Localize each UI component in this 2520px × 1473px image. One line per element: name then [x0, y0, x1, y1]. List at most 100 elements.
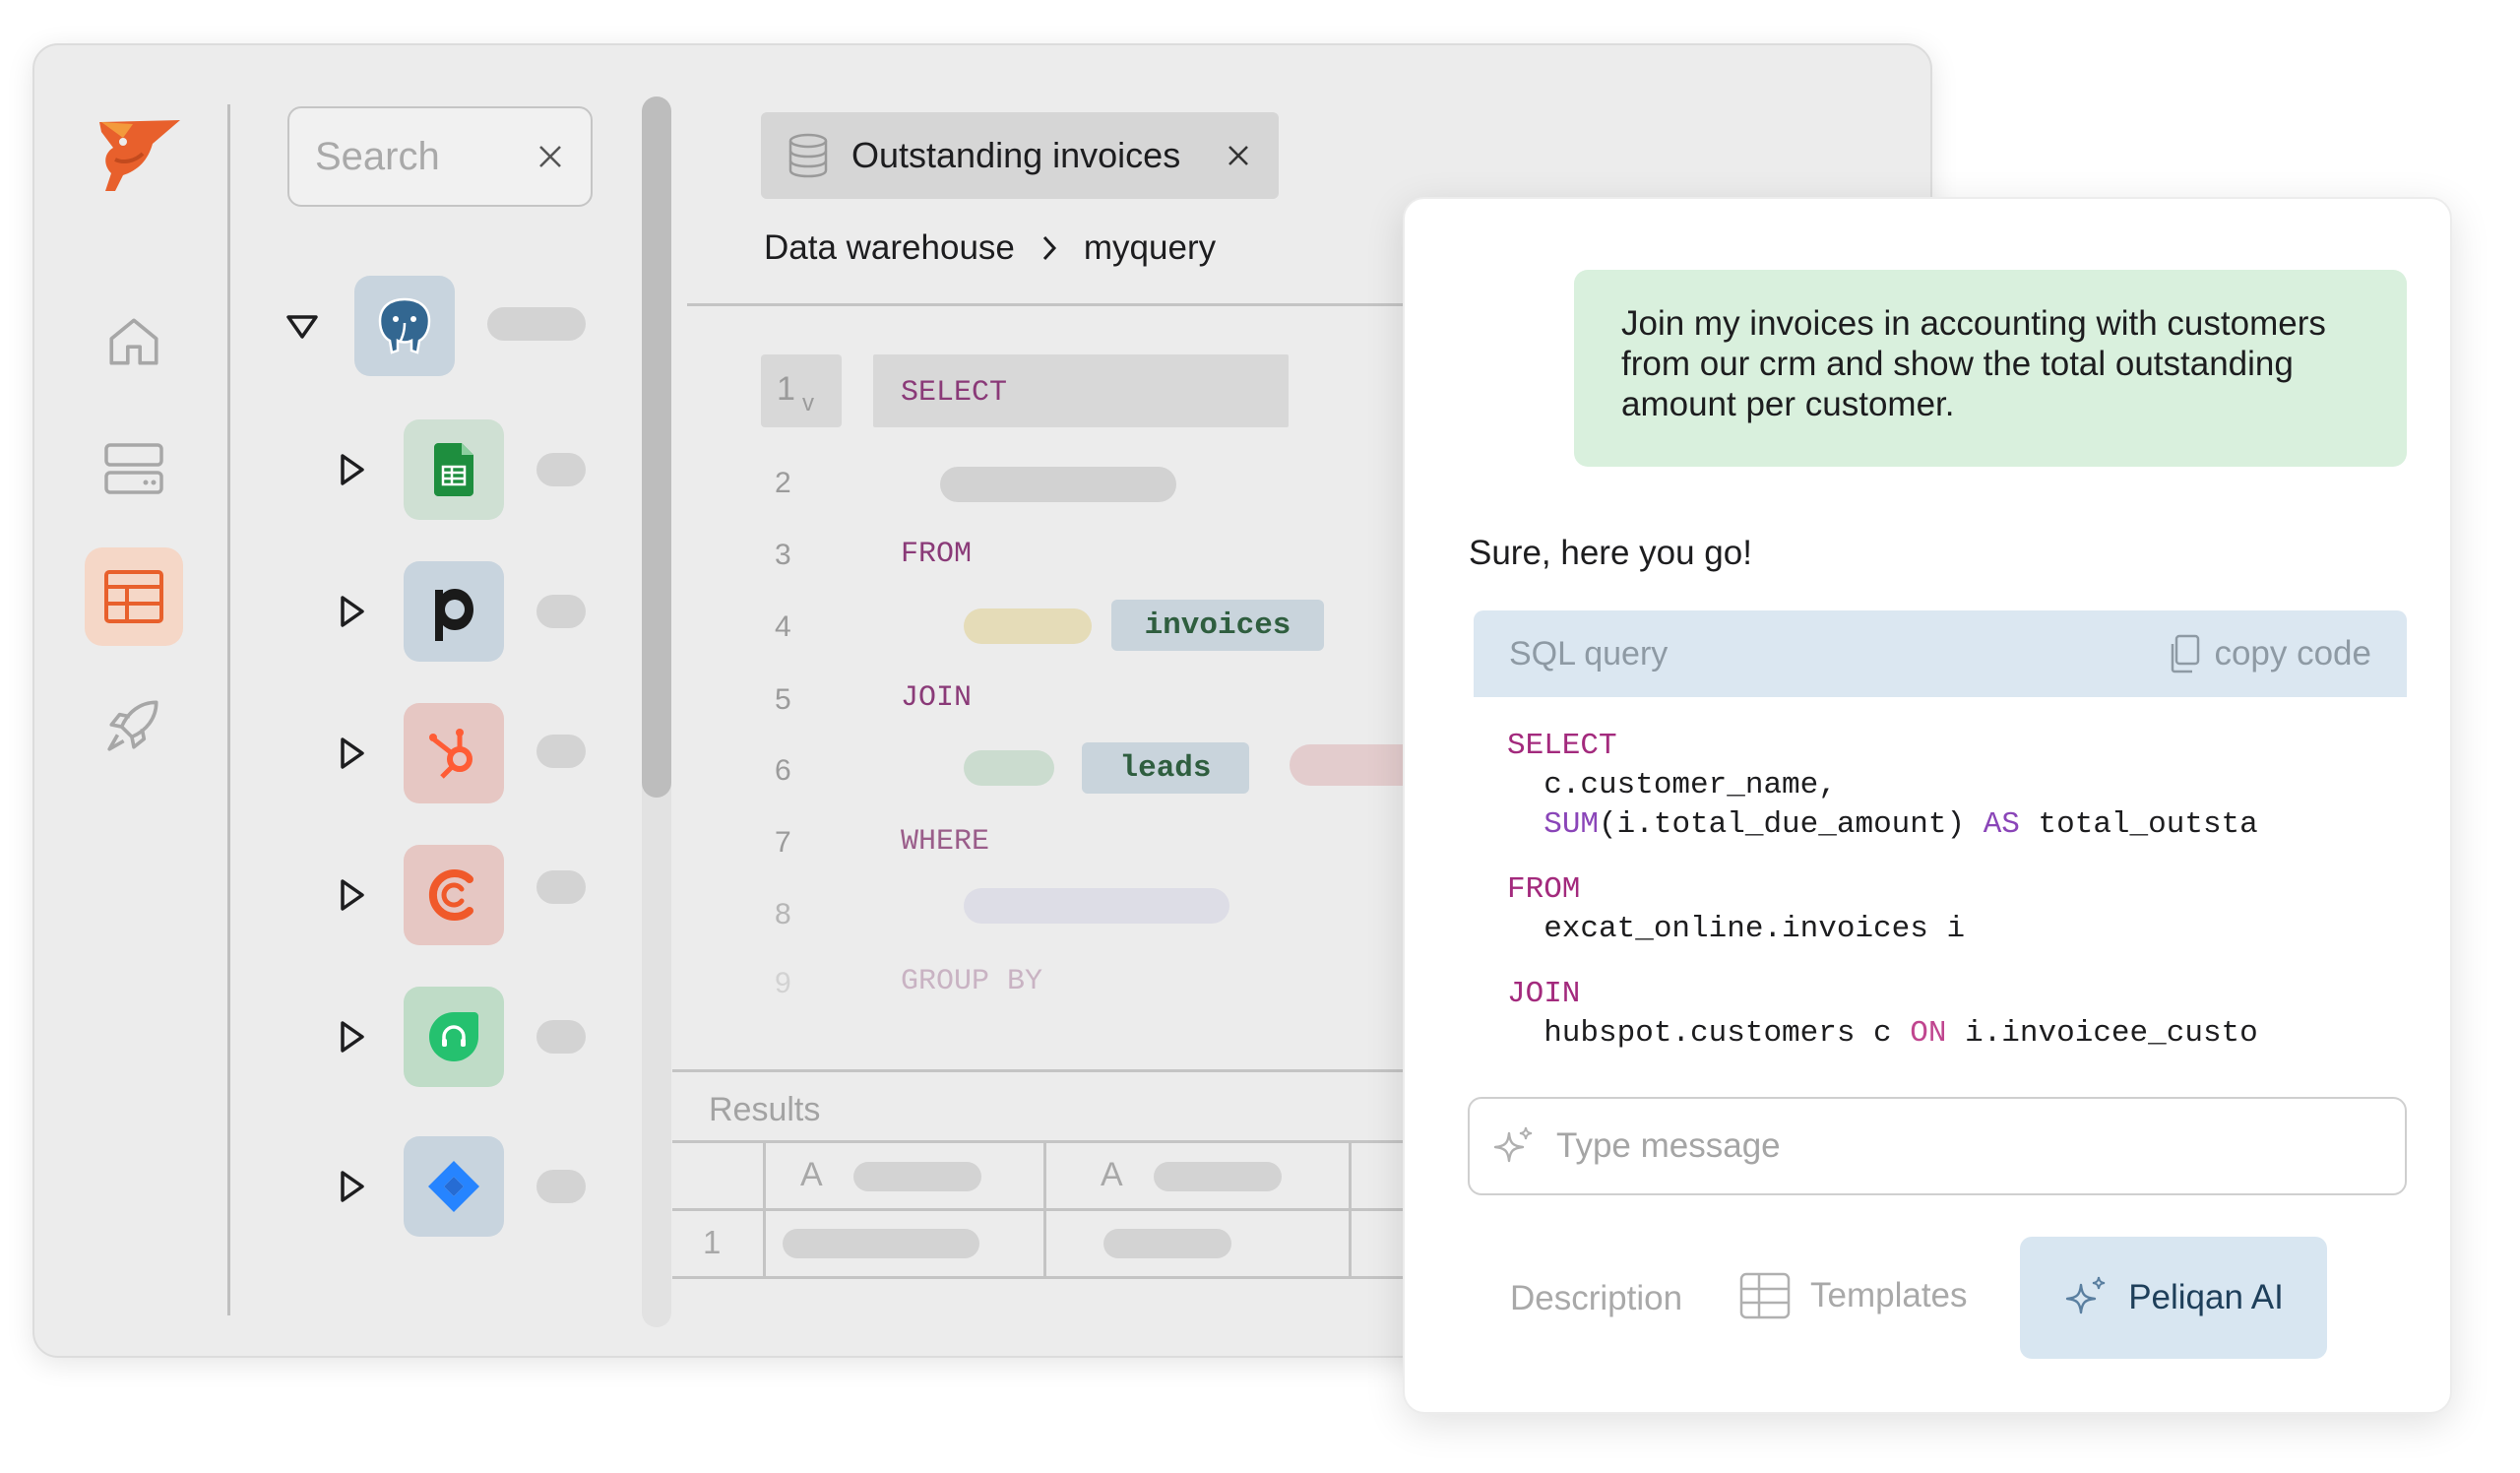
- ai-chat-panel: Join my invoices in accounting with cust…: [1403, 197, 2452, 1414]
- grid-line: [1043, 1140, 1046, 1276]
- sql-keyword-where[interactable]: WHERE: [901, 825, 989, 859]
- grid-icon: [1739, 1272, 1791, 1319]
- code-line: hubspot.customers c ON i.invoicee_custo: [1507, 1016, 2258, 1051]
- pipedrive-tile: [404, 561, 504, 662]
- row-number: 1: [703, 1224, 722, 1260]
- postgresql-icon: [378, 297, 431, 354]
- tree-scrollbar-thumb[interactable]: [642, 96, 671, 798]
- peliqan-logo: [99, 120, 180, 191]
- sql-keyword: ON: [1910, 1016, 1947, 1051]
- sql-keyword-group-by[interactable]: GROUP BY: [901, 965, 1042, 998]
- server-icon: [104, 443, 163, 494]
- column-header[interactable]: A: [800, 1156, 823, 1194]
- message-input[interactable]: Type message: [1468, 1097, 2407, 1195]
- column-header[interactable]: A: [1101, 1156, 1123, 1194]
- grid-line: [763, 1140, 766, 1276]
- line-number: 5: [775, 683, 791, 716]
- line-number: 4: [775, 610, 791, 643]
- sql-keyword-select[interactable]: SELECT: [901, 376, 1007, 410]
- tree-item-jira[interactable]: [335, 1136, 504, 1237]
- code-placeholder: [964, 750, 1054, 786]
- code-token: i.invoicee_custo: [1946, 1016, 2258, 1051]
- line-number: 6: [775, 754, 791, 787]
- hubspot-tile: [404, 703, 504, 803]
- placeholder-pill: [536, 595, 586, 628]
- sparkle-icon: [2065, 1276, 2106, 1314]
- sql-keyword-from[interactable]: FROM: [901, 538, 972, 571]
- search-placeholder: Search: [315, 134, 440, 178]
- jira-tile: [404, 1136, 504, 1237]
- freshdesk-icon: [429, 1012, 478, 1061]
- code-placeholder: [940, 467, 1176, 502]
- ai-reply: Sure, here you go!: [1469, 534, 1752, 572]
- code-line: SELECT: [1507, 729, 1617, 763]
- caret-right-icon[interactable]: [335, 595, 368, 628]
- caret-right-icon[interactable]: [335, 1170, 368, 1203]
- table-icon: [104, 570, 163, 623]
- tab-peliqan-ai-label: Peliqan AI: [2128, 1278, 2284, 1316]
- tab-peliqan-ai[interactable]: Peliqan AI: [2020, 1237, 2327, 1359]
- sparkle-icon: [1493, 1126, 1533, 1163]
- line-number: 7: [775, 826, 791, 859]
- placeholder-pill: [487, 307, 586, 341]
- line-number: 3: [775, 539, 791, 571]
- pipedrive-icon: [435, 589, 473, 641]
- nav-tables[interactable]: [85, 547, 183, 646]
- rail-divider: [227, 104, 230, 1315]
- tab-templates-label: Templates: [1810, 1276, 1968, 1314]
- fold-marker[interactable]: v: [802, 390, 814, 417]
- tab-description[interactable]: Description: [1510, 1279, 1682, 1318]
- sql-code[interactable]: SELECT c.customer_name, SUM(i.total_due_…: [1507, 729, 2393, 1051]
- tree-item-hubspot[interactable]: [335, 703, 504, 803]
- message-placeholder: Type message: [1556, 1126, 1781, 1165]
- sql-keyword: AS: [1983, 807, 2020, 842]
- tree-item-postgresql[interactable]: [285, 276, 455, 376]
- search-input[interactable]: Search: [287, 106, 593, 207]
- caret-down-icon[interactable]: [285, 309, 319, 343]
- hubspot-icon: [429, 729, 472, 779]
- line-number: 8: [775, 898, 791, 930]
- nav-home[interactable]: [85, 291, 183, 390]
- code-token: total_outsta: [2019, 807, 2258, 842]
- rocket-icon: [107, 700, 158, 751]
- code-block-title: SQL query: [1509, 634, 1669, 672]
- clear-search-icon[interactable]: [536, 142, 565, 171]
- code-line: c.customer_name,: [1507, 768, 1837, 802]
- caret-right-icon[interactable]: [335, 1020, 368, 1054]
- caret-right-icon[interactable]: [335, 736, 368, 770]
- code-token: hubspot.customers c: [1507, 1016, 1911, 1051]
- breadcrumb-item[interactable]: Data warehouse: [764, 228, 1015, 268]
- breadcrumb-item[interactable]: myquery: [1084, 228, 1216, 268]
- placeholder-pill: [536, 1170, 586, 1203]
- sql-keyword-join[interactable]: JOIN: [901, 681, 972, 715]
- placeholder-pill: [536, 870, 586, 904]
- line-number: 9: [775, 967, 791, 999]
- code-line: excat_online.invoices i: [1507, 912, 1966, 946]
- tree-item-pipedrive[interactable]: [335, 561, 504, 662]
- close-tab-icon[interactable]: [1224, 141, 1253, 170]
- tree-item-chargebee[interactable]: [335, 845, 504, 945]
- copy-code-button[interactable]: copy code: [2169, 634, 2371, 673]
- table-token-leads[interactable]: leads: [1082, 742, 1249, 794]
- nav-deploy[interactable]: [85, 675, 183, 774]
- header-placeholder: [1154, 1162, 1282, 1191]
- tree-item-freshdesk[interactable]: [335, 987, 504, 1087]
- chargebee-icon: [428, 869, 473, 921]
- home-icon: [109, 318, 158, 365]
- caret-right-icon[interactable]: [335, 453, 368, 486]
- tree-item-google-sheets[interactable]: [335, 419, 504, 520]
- nav-data-sources[interactable]: [85, 419, 183, 518]
- active-line-gutter: [761, 354, 842, 427]
- freshdesk-tile: [404, 987, 504, 1087]
- code-placeholder: [964, 888, 1229, 924]
- code-token: (i.total_due_amount): [1599, 807, 1984, 842]
- tab-outstanding-invoices[interactable]: Outstanding invoices: [761, 112, 1279, 199]
- user-message: Join my invoices in accounting with cust…: [1574, 270, 2407, 467]
- tab-templates[interactable]: Templates: [1739, 1272, 1968, 1319]
- placeholder-pill: [536, 453, 586, 486]
- line-number: 1: [777, 370, 795, 408]
- table-token-invoices[interactable]: invoices: [1111, 600, 1324, 651]
- chevron-right-icon: [1042, 235, 1056, 261]
- caret-right-icon[interactable]: [335, 878, 368, 912]
- breadcrumb: Data warehouse myquery: [764, 228, 1216, 268]
